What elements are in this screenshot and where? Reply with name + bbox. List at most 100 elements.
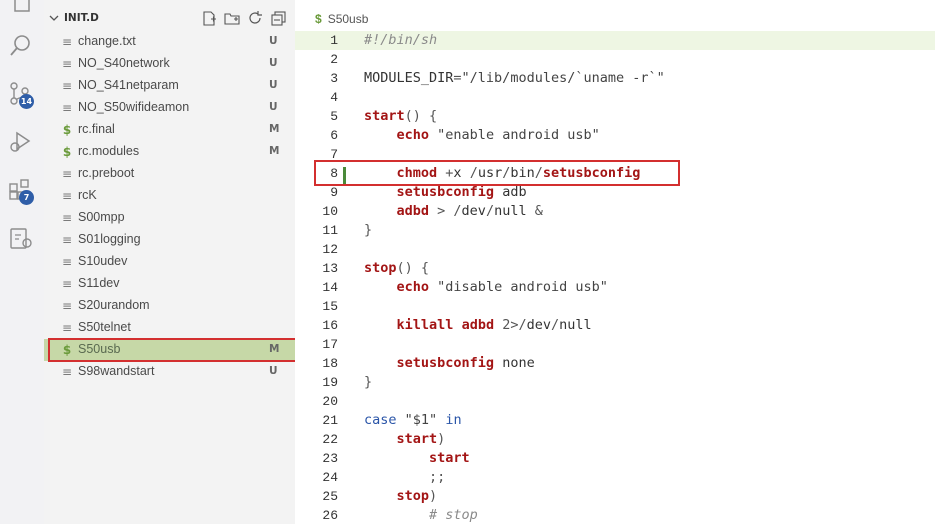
code-text: } — [364, 374, 373, 390]
line-number: 4 — [330, 90, 338, 105]
line-number: 25 — [322, 489, 338, 504]
line-number: 2 — [330, 52, 338, 67]
selected-file-highlight-box — [48, 338, 297, 362]
remote-settings-icon[interactable] — [8, 226, 34, 252]
code-line[interactable]: 15 — [295, 297, 935, 316]
code-line[interactable]: 21 case "$1" in — [295, 411, 935, 430]
run-debug-icon[interactable] — [8, 130, 34, 156]
file-item[interactable]: ≡ S10udev — [44, 251, 295, 273]
activity-bar: 14 7 — [0, 0, 44, 524]
code-line[interactable]: 10 adbd > /dev/null & — [295, 202, 935, 221]
code-line[interactable]: 16 killall adbd 2>/dev/null — [295, 316, 935, 335]
source-control-icon[interactable]: 14 — [8, 81, 34, 109]
file-name: S11dev — [78, 276, 120, 290]
file-item[interactable]: ≡ change.txt U — [44, 31, 295, 53]
file-icon: ≡ — [61, 255, 73, 269]
code-line[interactable]: 14 echo "disable android usb" — [295, 278, 935, 297]
code-text: echo "disable android usb" — [396, 279, 608, 295]
code-line[interactable]: 20 — [295, 392, 935, 411]
extensions-icon[interactable]: 7 — [8, 178, 34, 205]
code-line[interactable]: 4 — [295, 88, 935, 107]
code-line[interactable]: 23 start — [295, 449, 935, 468]
file-icon: ≡ — [61, 189, 73, 203]
line-number: 17 — [322, 337, 338, 352]
file-item[interactable]: ≡ rc.preboot — [44, 163, 295, 185]
code-line[interactable]: 24 ;; — [295, 468, 935, 487]
file-icon: ≡ — [61, 101, 73, 115]
file-item[interactable]: ≡ S11dev — [44, 273, 295, 295]
new-folder-icon[interactable] — [224, 10, 241, 27]
file-icon: ≡ — [61, 277, 73, 291]
highlighted-code-box — [314, 160, 680, 186]
code-line[interactable]: 25 stop) — [295, 487, 935, 506]
code-line[interactable]: 1 #!/bin/sh — [295, 31, 935, 50]
files-icon[interactable] — [8, 0, 34, 16]
code-line[interactable]: 5 start() { — [295, 107, 935, 126]
code-line[interactable]: 17 — [295, 335, 935, 354]
file-name: NO_S50wifideamon — [78, 100, 190, 114]
explorer-folder-title: INIT.D — [64, 12, 99, 24]
line-number: 21 — [322, 413, 338, 428]
line-number: 10 — [322, 204, 338, 219]
shell-script-icon: $ — [62, 145, 72, 159]
file-item[interactable]: ≡ NO_S41netparam U — [44, 75, 295, 97]
extensions-badge: 7 — [19, 190, 34, 205]
file-icon: ≡ — [61, 365, 73, 379]
file-icon: ≡ — [61, 167, 73, 181]
chevron-down-icon[interactable] — [49, 13, 59, 23]
file-item[interactable]: ≡ NO_S40network U — [44, 53, 295, 75]
file-item[interactable]: ≡ rcK — [44, 185, 295, 207]
collapse-all-icon[interactable] — [270, 10, 287, 27]
code-line[interactable]: 18 setusbconfig none — [295, 354, 935, 373]
file-item[interactable]: ≡ NO_S50wifideamon U — [44, 97, 295, 119]
code-text: start) — [396, 431, 446, 447]
explorer-sidebar: INIT.D ≡ change.txt U ≡ NO_S40network U … — [44, 0, 295, 524]
file-item[interactable]: ≡ S00mpp — [44, 207, 295, 229]
shell-script-icon: $ — [315, 12, 322, 26]
code-line[interactable]: 22 start) — [295, 430, 935, 449]
code-line[interactable]: 26 # stop — [295, 506, 935, 524]
breadcrumb[interactable]: $ S50usb — [315, 12, 368, 26]
file-name: S50telnet — [78, 320, 131, 334]
new-file-icon[interactable] — [201, 10, 218, 27]
code-line[interactable]: 2 — [295, 50, 935, 69]
file-item[interactable]: ≡ S98wandstart U — [44, 361, 295, 383]
explorer-section-header[interactable]: INIT.D — [44, 9, 295, 29]
code-line[interactable]: 6 echo "enable android usb" — [295, 126, 935, 145]
file-name: S20urandom — [78, 298, 150, 312]
file-icon: ≡ — [61, 79, 73, 93]
file-name: rc.preboot — [78, 166, 135, 180]
code-line[interactable]: 13 stop() { — [295, 259, 935, 278]
file-item[interactable]: $ rc.final M — [44, 119, 295, 141]
line-number: 12 — [322, 242, 338, 257]
line-number: 19 — [322, 375, 338, 390]
file-item[interactable]: ≡ S01logging — [44, 229, 295, 251]
file-name: change.txt — [78, 34, 136, 48]
code-line[interactable]: 12 — [295, 240, 935, 259]
search-icon[interactable] — [8, 33, 34, 59]
file-icon: ≡ — [61, 321, 73, 335]
code-text: stop() { — [364, 260, 430, 276]
code-text: ;; — [364, 469, 446, 485]
code-line[interactable]: 3 MODULES_DIR="/lib/modules/`uname -r`" — [295, 69, 935, 88]
file-name: rc.modules — [78, 144, 140, 158]
file-name: S01logging — [78, 232, 141, 246]
code-text: } — [364, 222, 373, 238]
file-icon: ≡ — [61, 233, 73, 247]
code-line[interactable]: 11} — [295, 221, 935, 240]
line-number: 1 — [330, 33, 338, 48]
line-number: 16 — [322, 318, 338, 333]
code-text: start() { — [364, 108, 438, 124]
line-number: 24 — [322, 470, 338, 485]
file-item[interactable]: $ rc.modules M — [44, 141, 295, 163]
code-editor[interactable]: $ S50usb 1 #!/bin/sh 2 3 MODULES_DIR="/lib/mo… — [295, 0, 935, 524]
line-number: 5 — [330, 109, 338, 124]
refresh-icon[interactable] — [247, 10, 264, 27]
line-number: 18 — [322, 356, 338, 371]
code-line[interactable]: 19} — [295, 373, 935, 392]
code-text: # stop — [364, 507, 478, 523]
file-item[interactable]: ≡ S20urandom — [44, 295, 295, 317]
file-item[interactable]: ≡ S50telnet — [44, 317, 295, 339]
code-text: stop) — [396, 488, 438, 504]
git-status: U — [269, 101, 278, 113]
